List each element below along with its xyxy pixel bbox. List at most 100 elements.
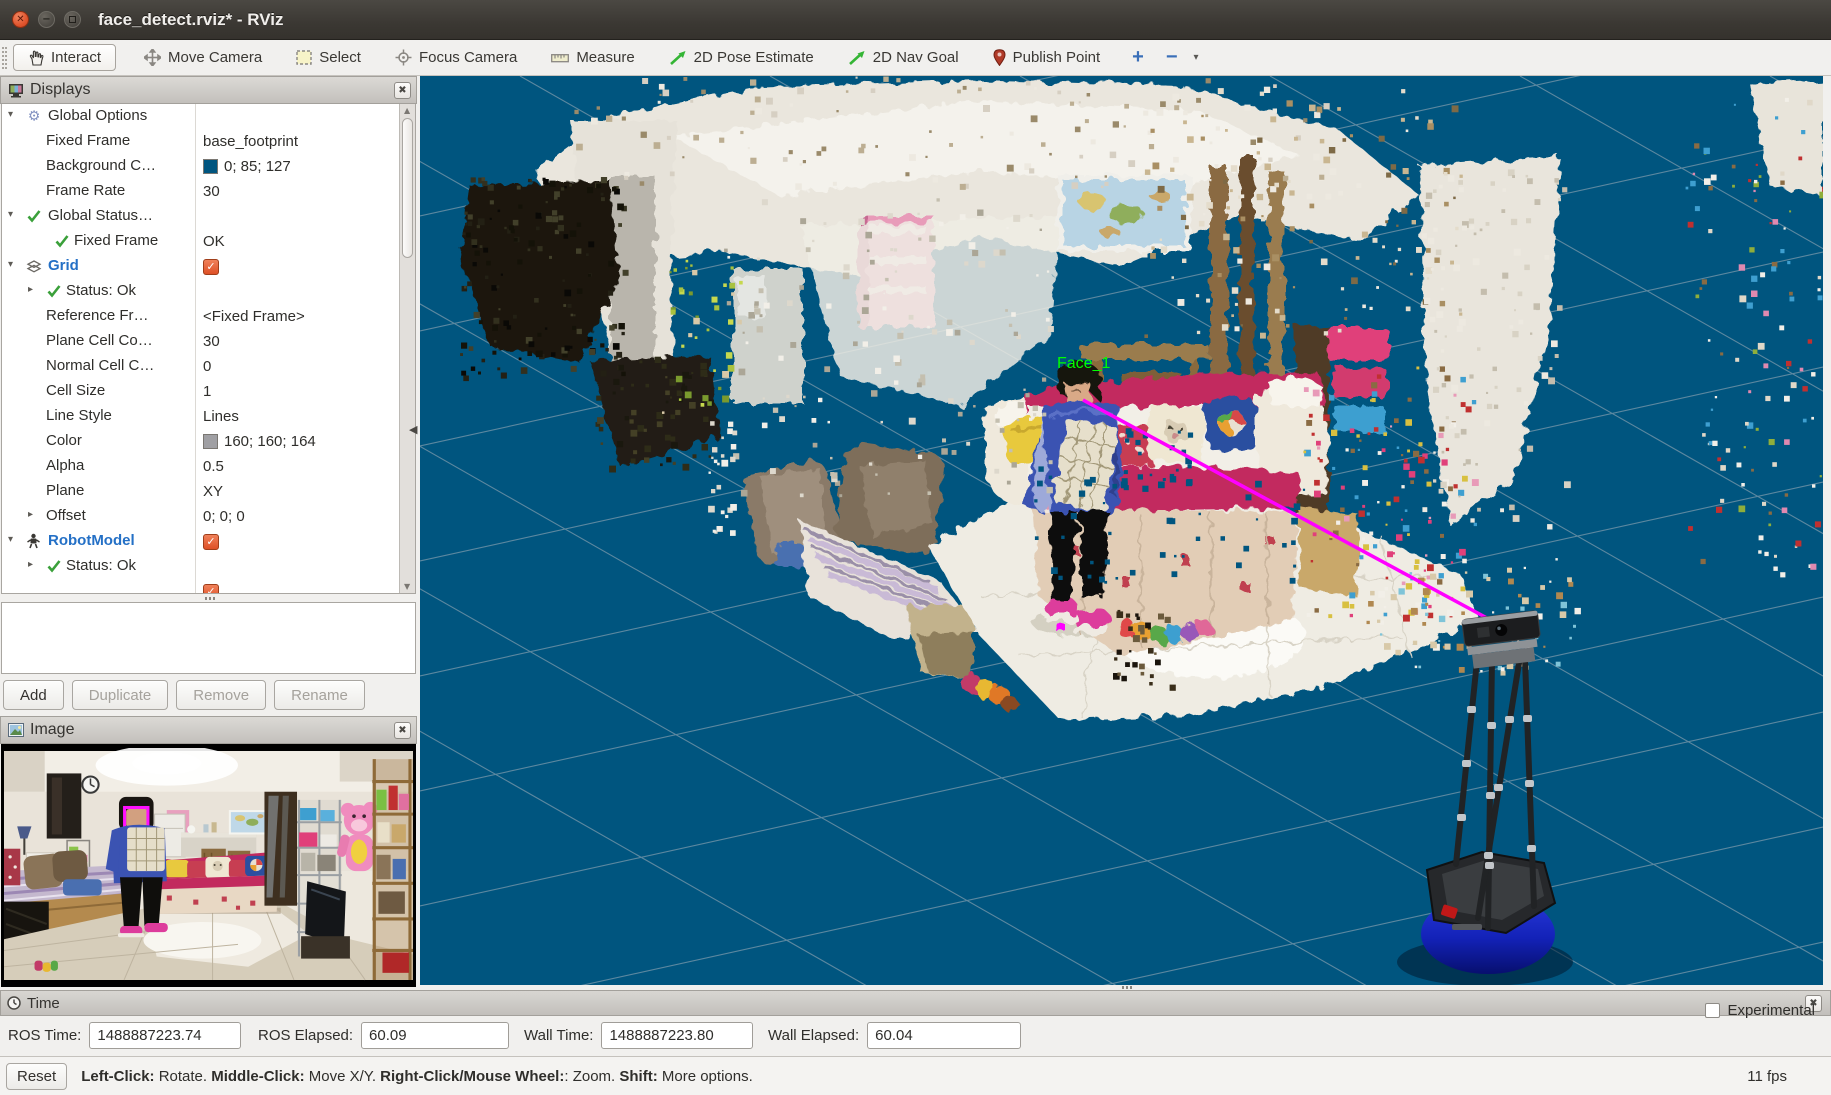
property-value[interactable]: XY — [196, 479, 399, 504]
scrollbar-thumb[interactable] — [402, 118, 413, 258]
collapse-icon[interactable]: ▾ — [8, 209, 13, 220]
property-value[interactable]: Lines — [196, 404, 399, 429]
displays-tree[interactable]: ▾⚙Global OptionsFixed Framebase_footprin… — [1, 104, 416, 594]
tree-row[interactable]: ✓ — [2, 579, 415, 594]
toolbar-drag-handle[interactable] — [2, 47, 7, 69]
measure-icon — [551, 52, 569, 64]
property-value[interactable]: ✓ — [196, 529, 399, 554]
publish-point-button[interactable]: Publish Point — [983, 45, 1111, 70]
add-tool-button[interactable]: + — [1124, 46, 1152, 69]
tree-row[interactable]: Normal Cell C…0 — [2, 354, 415, 379]
scroll-up-icon[interactable]: ▲ — [404, 106, 410, 115]
property-value[interactable]: 1 — [196, 379, 399, 404]
scroll-down-icon[interactable]: ▼ — [404, 582, 410, 591]
time-field-input[interactable] — [601, 1022, 753, 1049]
tree-row[interactable]: ▸Offset0; 0; 0 — [2, 504, 415, 529]
close-icon[interactable]: ✕ — [12, 11, 29, 28]
green-arrow-icon — [848, 50, 866, 66]
collapse-icon[interactable]: ▾ — [8, 259, 13, 270]
tree-row[interactable]: Plane Cell Co…30 — [2, 329, 415, 354]
add-button[interactable]: Add — [3, 680, 64, 710]
tree-row[interactable]: Frame Rate30 — [2, 179, 415, 204]
property-value[interactable]: <Fixed Frame> — [196, 304, 399, 329]
enabled-checkbox-icon[interactable]: ✓ — [203, 259, 219, 275]
property-value[interactable]: 30 — [196, 329, 399, 354]
tree-row[interactable]: ▾ RobotModel ✓ — [2, 529, 415, 554]
experimental-checkbox[interactable]: Experimental — [1705, 1002, 1815, 1019]
remove-button[interactable]: Remove — [176, 680, 266, 710]
rename-button[interactable]: Rename — [274, 680, 365, 710]
time-field-input[interactable] — [361, 1022, 509, 1049]
expand-icon[interactable]: ▸ — [28, 509, 33, 520]
maximize-icon[interactable] — [64, 11, 81, 28]
move-camera-button[interactable]: Move Camera — [134, 45, 272, 70]
image-close-icon[interactable]: ✖ — [394, 722, 411, 739]
property-value[interactable]: OK — [196, 229, 399, 254]
panel-collapse-icon[interactable]: ◀ — [409, 423, 417, 436]
window-title: face_detect.rviz* - RViz — [98, 10, 284, 30]
property-value[interactable]: 0.5 — [196, 454, 399, 479]
tree-row[interactable]: ▸Status: Ok — [2, 554, 415, 579]
collapse-icon[interactable]: ▾ — [8, 534, 13, 545]
pose-estimate-button[interactable]: 2D Pose Estimate — [659, 45, 824, 70]
property-value[interactable]: ✓ — [196, 254, 399, 279]
focus-camera-button[interactable]: Focus Camera — [385, 45, 527, 70]
tree-row[interactable]: Color160; 160; 164 — [2, 429, 415, 454]
select-button[interactable]: Select — [286, 45, 371, 70]
property-value[interactable]: 160; 160; 164 — [196, 429, 399, 454]
tree-row[interactable]: Fixed Framebase_footprint — [2, 129, 415, 154]
property-value[interactable]: ✓ — [196, 579, 399, 594]
check-icon — [46, 557, 63, 575]
toolbar-overflow-icon[interactable]: ▾ — [1194, 52, 1199, 63]
property-value[interactable]: 0; 85; 127 — [196, 154, 399, 179]
tree-row[interactable]: Cell Size1 — [2, 379, 415, 404]
property-value[interactable] — [196, 104, 399, 129]
time-field-label: Wall Time: — [524, 1027, 593, 1044]
displays-close-icon[interactable]: ✖ — [394, 82, 411, 99]
property-value[interactable] — [196, 279, 399, 304]
tree-row[interactable]: Line Style Lines — [2, 404, 415, 429]
nav-goal-button[interactable]: 2D Nav Goal — [838, 45, 969, 70]
property-value[interactable]: 0; 0; 0 — [196, 504, 399, 529]
tree-row[interactable]: ▾Grid✓ — [2, 254, 415, 279]
checkbox-icon[interactable] — [1705, 1003, 1720, 1018]
property-value[interactable]: base_footprint — [196, 129, 399, 154]
remove-tool-button[interactable]: − — [1158, 46, 1186, 69]
tree-row[interactable]: Alpha0.5 — [2, 454, 415, 479]
displays-panel-header: Displays ✖ — [0, 76, 417, 104]
tree-row[interactable]: Background C…0; 85; 127 — [2, 154, 415, 179]
interact-button[interactable]: Interact — [13, 44, 116, 71]
reset-button[interactable]: Reset — [6, 1063, 67, 1090]
tool-label: + — [1132, 46, 1144, 69]
tree-row[interactable]: ▾Global Status… — [2, 204, 415, 229]
measure-button[interactable]: Measure — [541, 45, 644, 70]
tree-row[interactable]: Fixed Frame OK — [2, 229, 415, 254]
property-value[interactable]: 30 — [196, 179, 399, 204]
property-value[interactable] — [196, 204, 399, 229]
property-name: Fixed Frame — [74, 232, 158, 249]
value-text: 30 — [203, 183, 220, 200]
property-value[interactable]: 0 — [196, 354, 399, 379]
left-dock: Displays ✖ ▾⚙Global OptionsFixed Frameba… — [0, 76, 417, 990]
duplicate-button[interactable]: Duplicate — [72, 680, 169, 710]
tree-row[interactable]: ▾⚙Global Options — [2, 104, 415, 129]
enabled-checkbox-icon[interactable]: ✓ — [203, 534, 219, 550]
property-name: Line Style — [46, 407, 112, 424]
enabled-checkbox-icon[interactable]: ✓ — [203, 584, 219, 595]
tree-row[interactable]: Reference Fr…<Fixed Frame> — [2, 304, 415, 329]
time-field-input[interactable] — [867, 1022, 1021, 1049]
time-field-input[interactable] — [89, 1022, 241, 1049]
collapse-icon[interactable]: ▾ — [8, 109, 13, 120]
tree-row[interactable]: ▸Status: Ok — [2, 279, 415, 304]
3d-viewport[interactable]: Face_1 — [420, 76, 1823, 990]
minimize-icon[interactable]: − — [38, 11, 55, 28]
displays-scrollbar[interactable]: ▲ ▼ — [399, 104, 415, 593]
expand-icon[interactable]: ▸ — [28, 284, 33, 295]
panel-splitter[interactable] — [0, 594, 417, 602]
property-name: RobotModel — [48, 532, 135, 549]
property-value[interactable] — [196, 554, 399, 579]
tree-row[interactable]: PlaneXY — [2, 479, 415, 504]
expand-icon[interactable]: ▸ — [28, 559, 33, 570]
value-text: 1 — [203, 383, 211, 400]
time-field: Wall Time: — [524, 1022, 753, 1049]
